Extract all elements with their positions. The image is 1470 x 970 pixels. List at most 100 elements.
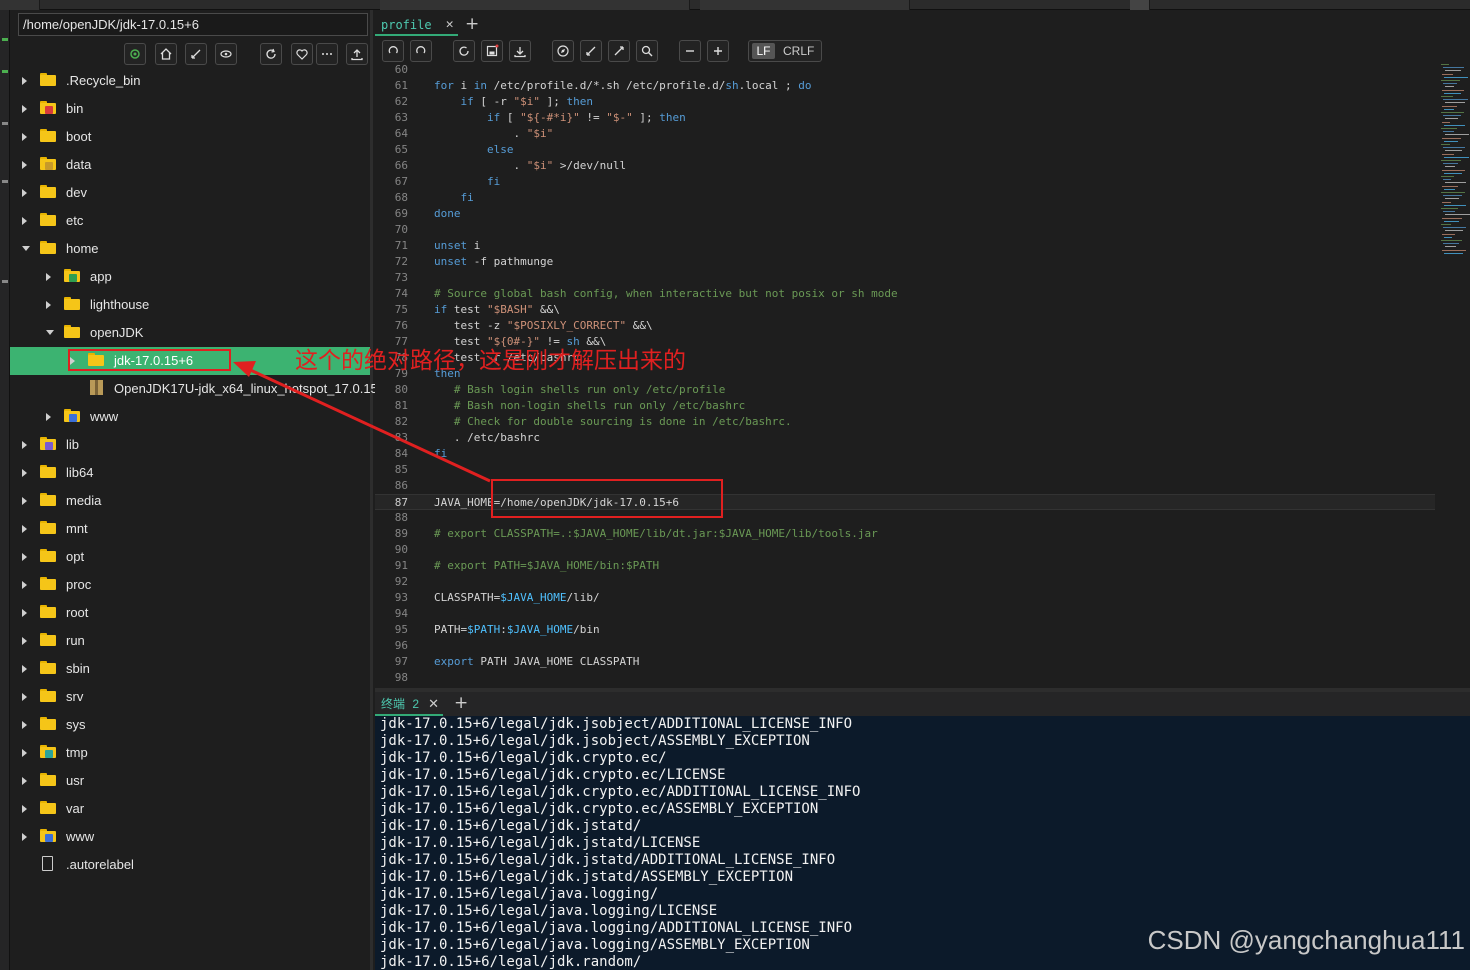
rail-marker[interactable] xyxy=(2,70,8,73)
code-line[interactable]: 73 xyxy=(375,270,1435,286)
code-line[interactable]: 82 # Check for double sourcing is done i… xyxy=(375,414,1435,430)
code-line[interactable]: 62 if [ -r "$i" ]; then xyxy=(375,94,1435,110)
code-line[interactable]: 63 if [ "${-#*i}" != "$-" ]; then xyxy=(375,110,1435,126)
tree-item[interactable]: sbin xyxy=(10,655,370,683)
undo-icon[interactable] xyxy=(382,40,404,62)
rail-marker[interactable] xyxy=(2,122,8,125)
code-line[interactable]: 60 xyxy=(375,64,1435,78)
zoom-in-icon[interactable] xyxy=(707,40,729,62)
tree-item[interactable]: proc xyxy=(10,571,370,599)
top-tab-segment[interactable] xyxy=(700,0,910,10)
code-line[interactable]: 74 # Source global bash config, when inte… xyxy=(375,286,1435,302)
chevron-down-icon[interactable] xyxy=(46,330,54,335)
chevron-right-icon[interactable] xyxy=(22,777,27,785)
tree-item[interactable]: OpenJDK17U-jdk_x64_linux_hotspot_17.0.15… xyxy=(10,375,385,403)
tree-item[interactable]: usr xyxy=(10,767,370,795)
home-icon[interactable] xyxy=(155,43,177,65)
code-line[interactable]: 72 unset -f pathmunge xyxy=(375,254,1435,270)
chevron-right-icon[interactable] xyxy=(22,189,27,197)
chevron-right-icon[interactable] xyxy=(22,665,27,673)
chevron-right-icon[interactable] xyxy=(22,553,27,561)
code-line[interactable]: 69 done xyxy=(375,206,1435,222)
chevron-right-icon[interactable] xyxy=(22,77,27,85)
chevron-right-icon[interactable] xyxy=(22,637,27,645)
top-tab-segment[interactable] xyxy=(0,0,40,10)
code-line[interactable]: 94 xyxy=(375,606,1435,622)
code-line[interactable]: 91 # export PATH=$JAVA_HOME/bin:$PATH xyxy=(375,558,1435,574)
code-line[interactable]: 71 unset i xyxy=(375,238,1435,254)
tree-item[interactable]: tmp xyxy=(10,739,370,767)
code-line[interactable]: 84 fi xyxy=(375,446,1435,462)
code-line[interactable]: 85 xyxy=(375,462,1435,478)
code-line[interactable]: 68 fi xyxy=(375,190,1435,206)
line-ending-toggle[interactable]: LF CRLF xyxy=(748,40,822,62)
tree-item[interactable]: media xyxy=(10,487,370,515)
code-line[interactable]: 76 test -z "$POSIXLY_CORRECT" &&\ xyxy=(375,318,1435,334)
add-tab-icon[interactable]: + xyxy=(465,14,479,35)
chevron-right-icon[interactable] xyxy=(46,301,51,309)
zoom-out-icon[interactable] xyxy=(679,40,701,62)
code-line[interactable]: 66 . "$i" >/dev/null xyxy=(375,158,1435,174)
download-icon[interactable] xyxy=(509,40,531,62)
chevron-right-icon[interactable] xyxy=(22,525,27,533)
chevron-right-icon[interactable] xyxy=(22,217,27,225)
tree-item[interactable]: var xyxy=(10,795,370,823)
top-tab-segment[interactable] xyxy=(380,0,690,10)
reload-icon[interactable] xyxy=(453,40,475,62)
save-icon[interactable] xyxy=(481,40,503,62)
upload-icon[interactable] xyxy=(346,43,368,65)
code-line[interactable]: 70 xyxy=(375,222,1435,238)
chevron-right-icon[interactable] xyxy=(22,581,27,589)
tree-item[interactable]: dev xyxy=(10,179,370,207)
code-line[interactable]: 90 xyxy=(375,542,1435,558)
add-terminal-icon[interactable]: + xyxy=(454,693,468,714)
chevron-right-icon[interactable] xyxy=(22,833,27,841)
tree-item[interactable]: bin xyxy=(10,95,370,123)
search-icon[interactable] xyxy=(636,40,658,62)
code-line[interactable]: 98 xyxy=(375,670,1435,686)
code-line[interactable]: 65 else xyxy=(375,142,1435,158)
code-line[interactable]: 75 if test "$BASH" &&\ xyxy=(375,302,1435,318)
chevron-right-icon[interactable] xyxy=(22,105,27,113)
favorite-icon[interactable] xyxy=(291,43,313,65)
crlf-option[interactable]: CRLF xyxy=(783,41,814,61)
shrink-icon[interactable] xyxy=(580,40,602,62)
collapse-icon[interactable] xyxy=(185,43,207,65)
chevron-right-icon[interactable] xyxy=(22,749,27,757)
rail-marker[interactable] xyxy=(2,280,8,283)
expand-icon[interactable] xyxy=(608,40,630,62)
chevron-right-icon[interactable] xyxy=(22,161,27,169)
tree-item[interactable]: lib64 xyxy=(10,459,370,487)
tree-item[interactable]: .Recycle_bin xyxy=(10,67,370,95)
redo-icon[interactable] xyxy=(410,40,432,62)
tree-item[interactable]: run xyxy=(10,627,370,655)
code-line[interactable]: 96 xyxy=(375,638,1435,654)
tree-item[interactable]: lib xyxy=(10,431,370,459)
tree-item[interactable]: lighthouse xyxy=(10,291,370,319)
chevron-right-icon[interactable] xyxy=(22,441,27,449)
path-input[interactable]: /home/openJDK/jdk-17.0.15+6 xyxy=(18,13,368,36)
code-line[interactable]: 64 . "$i" xyxy=(375,126,1435,142)
code-line[interactable]: 81 # Bash non-login shells run only /etc… xyxy=(375,398,1435,414)
tree-item[interactable]: app xyxy=(10,263,370,291)
chevron-right-icon[interactable] xyxy=(22,469,27,477)
tree-item[interactable]: srv xyxy=(10,683,370,711)
tab-terminal[interactable]: 终端 2 ✕ xyxy=(375,692,444,716)
rail-marker[interactable] xyxy=(2,180,8,183)
chevron-right-icon[interactable] xyxy=(22,609,27,617)
code-line[interactable]: 89 # export CLASSPATH=.:$JAVA_HOME/lib/dt… xyxy=(375,526,1435,542)
tree-item[interactable]: mnt xyxy=(10,515,370,543)
chevron-right-icon[interactable] xyxy=(22,497,27,505)
code-line[interactable]: 61 for i in /etc/profile.d/*.sh /etc/prof… xyxy=(375,78,1435,94)
code-line[interactable]: 97 export PATH JAVA_HOME CLASSPATH xyxy=(375,654,1435,670)
more-icon[interactable] xyxy=(316,43,338,65)
top-tab-segment[interactable] xyxy=(1130,0,1150,10)
minimap[interactable] xyxy=(1441,64,1470,264)
code-line[interactable]: 93 CLASSPATH=$JAVA_HOME/lib/ xyxy=(375,590,1435,606)
chevron-right-icon[interactable] xyxy=(46,273,51,281)
code-line[interactable]: 95 PATH=$PATH:$JAVA_HOME/bin xyxy=(375,622,1435,638)
chevron-down-icon[interactable] xyxy=(22,246,30,251)
chevron-right-icon[interactable] xyxy=(22,133,27,141)
tree-item[interactable]: .autorelabel xyxy=(10,851,370,879)
code-line[interactable]: 83 . /etc/bashrc xyxy=(375,430,1435,446)
